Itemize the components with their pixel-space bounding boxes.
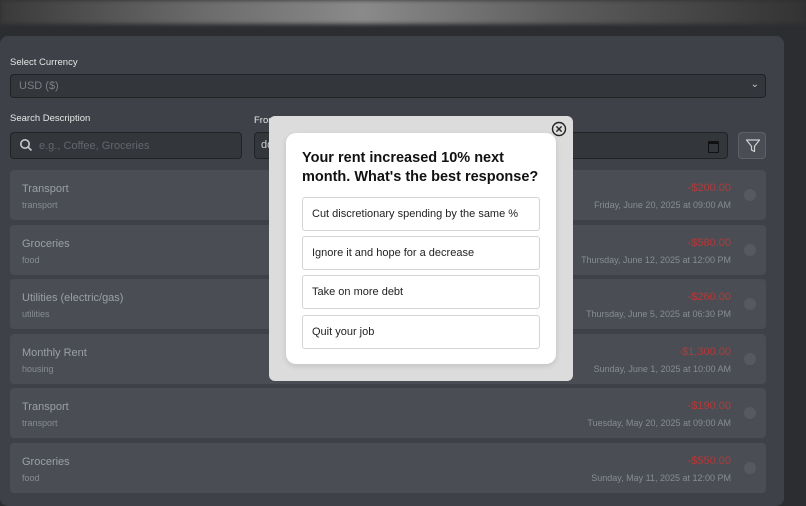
transaction-title: Transport bbox=[22, 401, 69, 413]
transaction-title: Groceries bbox=[22, 456, 70, 468]
search-icon bbox=[19, 138, 33, 157]
transaction-category: utilities bbox=[22, 309, 50, 319]
transaction-title: Utilities (electric/gas) bbox=[22, 292, 124, 304]
quiz-card: Your rent increased 10% next month. What… bbox=[286, 133, 556, 364]
transaction-row[interactable]: Groceries food -$550.00 Sunday, May 11, … bbox=[10, 443, 766, 493]
calendar-icon bbox=[708, 141, 719, 153]
quiz-option-more-debt[interactable]: Take on more debt bbox=[302, 275, 540, 309]
transaction-date: Thursday, June 12, 2025 at 12:00 PM bbox=[581, 255, 731, 265]
transaction-date: Thursday, June 5, 2025 at 06:30 PM bbox=[586, 309, 731, 319]
row-action-icon[interactable] bbox=[744, 353, 756, 365]
currency-label: Select Currency bbox=[10, 57, 78, 68]
transaction-amount: -$200.00 bbox=[687, 182, 731, 194]
close-circle-icon bbox=[551, 121, 567, 137]
filter-button[interactable] bbox=[738, 132, 766, 159]
quiz-option-cut-spending[interactable]: Cut discretionary spending by the same % bbox=[302, 197, 540, 231]
transaction-amount: -$550.00 bbox=[687, 455, 731, 467]
transaction-amount: -$260.00 bbox=[687, 291, 731, 303]
transaction-amount: -$1,300.00 bbox=[678, 346, 731, 358]
row-action-icon[interactable] bbox=[744, 462, 756, 474]
transaction-amount: -$580.00 bbox=[687, 237, 731, 249]
transaction-date: Tuesday, May 20, 2025 at 09:00 AM bbox=[587, 418, 731, 428]
filter-icon bbox=[745, 139, 761, 153]
transaction-date: Sunday, June 1, 2025 at 10:00 AM bbox=[593, 364, 731, 374]
chevron-down-icon: ⌄ bbox=[750, 79, 759, 90]
transaction-date: Sunday, May 11, 2025 at 12:00 PM bbox=[591, 473, 731, 483]
transaction-category: food bbox=[22, 255, 40, 265]
transaction-category: housing bbox=[22, 364, 54, 374]
transaction-date: Friday, June 20, 2025 at 09:00 AM bbox=[594, 200, 731, 210]
search-input[interactable]: e.g., Coffee, Groceries bbox=[10, 132, 242, 159]
currency-select[interactable]: USD ($) ⌄ bbox=[10, 74, 766, 98]
search-placeholder: e.g., Coffee, Groceries bbox=[39, 140, 150, 152]
transaction-title: Monthly Rent bbox=[22, 347, 87, 359]
transaction-category: food bbox=[22, 473, 40, 483]
transaction-category: transport bbox=[22, 418, 58, 428]
transaction-category: transport bbox=[22, 200, 58, 210]
transaction-title: Transport bbox=[22, 183, 69, 195]
row-action-icon[interactable] bbox=[744, 189, 756, 201]
transaction-title: Groceries bbox=[22, 238, 70, 250]
quiz-question: Your rent increased 10% next month. What… bbox=[302, 150, 539, 185]
search-label: Search Description bbox=[10, 113, 91, 124]
quiz-option-ignore[interactable]: Ignore it and hope for a decrease bbox=[302, 236, 540, 270]
quiz-option-quit-job[interactable]: Quit your job bbox=[302, 315, 540, 349]
currency-value: USD ($) bbox=[19, 80, 59, 92]
transaction-amount: -$190.00 bbox=[687, 400, 731, 412]
background-header bbox=[0, 0, 806, 24]
row-action-icon[interactable] bbox=[744, 244, 756, 256]
row-action-icon[interactable] bbox=[744, 407, 756, 419]
close-button[interactable] bbox=[551, 121, 567, 137]
transaction-row[interactable]: Transport transport -$190.00 Tuesday, Ma… bbox=[10, 388, 766, 438]
row-action-icon[interactable] bbox=[744, 298, 756, 310]
